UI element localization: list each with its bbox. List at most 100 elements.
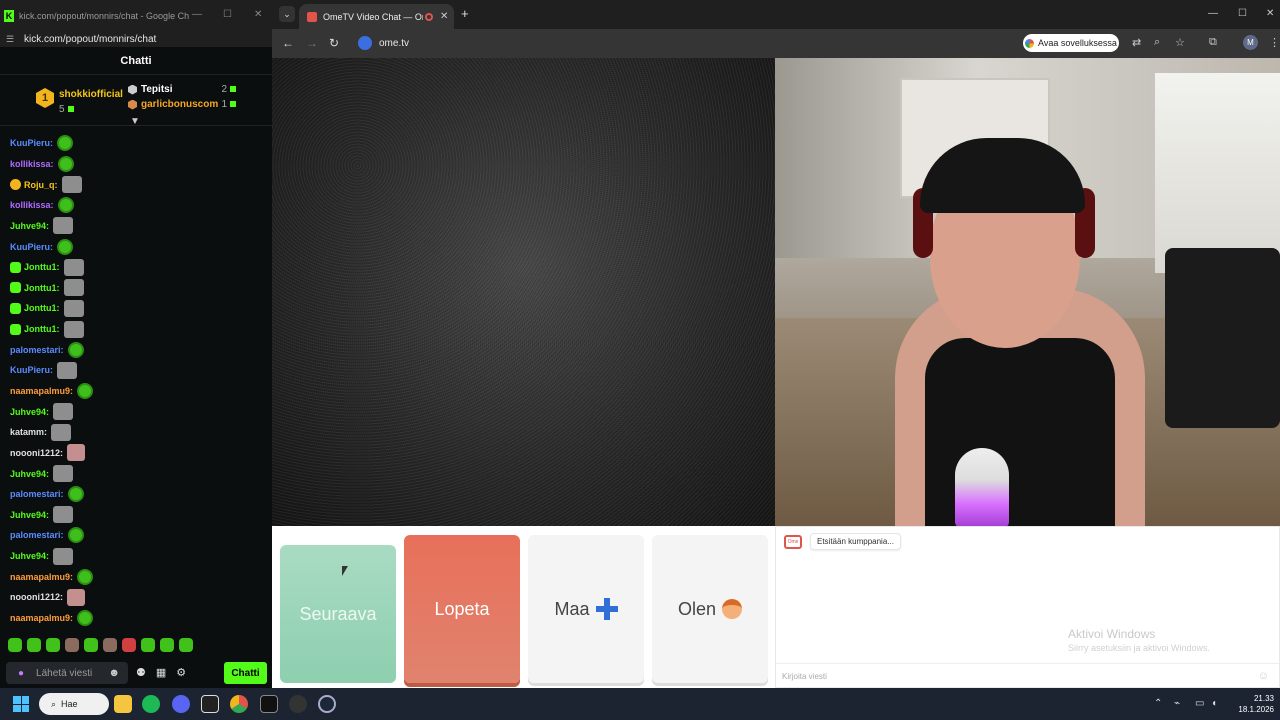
subscriber-badge-icon xyxy=(10,323,21,335)
leader-name[interactable]: shokkiofficial xyxy=(59,89,123,100)
face-emote-icon xyxy=(67,444,86,462)
chat-username[interactable]: palomestari: xyxy=(10,530,64,540)
tab-search-icon[interactable]: ⌄ xyxy=(279,6,295,22)
chat-username[interactable]: Jonttu1: xyxy=(24,262,60,272)
file-explorer-icon[interactable] xyxy=(114,695,132,713)
reload-icon[interactable]: ↻ xyxy=(329,36,339,50)
tab-ometv[interactable]: OmeTV Video Chat — Ome ✕ xyxy=(299,4,454,29)
chat-username[interactable]: Juhve94: xyxy=(10,510,49,520)
microphone-icon[interactable]: ● xyxy=(18,668,24,679)
translate-icon[interactable]: ⇄ xyxy=(1132,36,1141,49)
chat-username[interactable]: Jonttu1: xyxy=(24,324,60,334)
emote-icon[interactable] xyxy=(160,638,174,652)
chat-message: Juhve94: xyxy=(0,463,272,484)
emoji-picker-icon[interactable]: ☻ xyxy=(108,667,120,679)
emote-icon[interactable] xyxy=(84,638,98,652)
chat-username[interactable]: palomestari: xyxy=(10,489,64,499)
chat-username[interactable]: katamm: xyxy=(10,427,47,437)
subscriber-badge-icon xyxy=(10,261,21,273)
chat-username[interactable]: palomestari: xyxy=(10,345,64,355)
taskbar-clock[interactable]: 21.33 18.1.2026 xyxy=(1226,693,1274,715)
emote-icon[interactable] xyxy=(27,638,41,652)
close-icon[interactable]: ✕ xyxy=(254,9,262,20)
collapse-leaderboard-icon[interactable]: ▼ xyxy=(130,116,140,127)
chat-username[interactable]: naamapalmu9: xyxy=(10,613,73,623)
cat-emote-icon xyxy=(61,176,82,194)
chat-username[interactable]: KuuPieru: xyxy=(10,365,53,375)
back-icon[interactable]: ← xyxy=(282,36,294,50)
site-info-icon[interactable]: ☰ xyxy=(6,34,16,45)
extensions-icon[interactable]: ⧉ xyxy=(1209,36,1217,49)
chat-username[interactable]: naamapalmu9: xyxy=(10,386,73,396)
search-icon: ⌕ xyxy=(51,698,57,709)
chat-username[interactable]: naamapalmu9: xyxy=(10,572,73,582)
close-tab-icon[interactable]: ✕ xyxy=(440,11,448,22)
emoji-icon[interactable]: ☺ xyxy=(1258,670,1269,682)
taskbar-search[interactable]: ⌕ Hae xyxy=(39,693,109,715)
network-icon[interactable]: ⌁ xyxy=(1174,698,1180,709)
cat-emote-icon xyxy=(53,465,74,483)
forward-icon[interactable]: → xyxy=(306,36,318,50)
maximize-icon[interactable]: ☐ xyxy=(223,9,232,20)
maximize-icon[interactable]: ☐ xyxy=(1238,8,1247,19)
send-chat-button[interactable]: Chatti xyxy=(224,662,267,684)
new-tab-icon[interactable]: + xyxy=(461,6,469,21)
chat-username[interactable]: kollikissa: xyxy=(10,200,54,210)
leaderboard-row[interactable]: Tepitsi 2 xyxy=(128,84,238,95)
emote-icon[interactable] xyxy=(141,638,155,652)
chat-message: Juhve94: xyxy=(0,401,272,422)
menu-icon[interactable]: ⋮ xyxy=(1269,36,1280,49)
steam-icon[interactable] xyxy=(318,695,336,713)
emote-icon[interactable] xyxy=(65,638,79,652)
minimize-icon[interactable]: — xyxy=(1208,8,1218,19)
country-button[interactable]: Maa xyxy=(528,535,644,683)
chat-username[interactable]: Juhve94: xyxy=(10,469,49,479)
close-icon[interactable]: ✕ xyxy=(1266,8,1274,19)
bookmark-star-icon[interactable]: ☆ xyxy=(1175,36,1185,49)
ometv-message-input[interactable]: Kirjoita viesti ☺ xyxy=(776,663,1279,688)
chat-username[interactable]: Juhve94: xyxy=(10,407,49,417)
tray-chevron-icon[interactable]: ⌃ xyxy=(1154,698,1162,709)
emote-icon[interactable] xyxy=(122,638,136,652)
settings-gear-icon[interactable]: ⚙ xyxy=(176,666,186,679)
site-info-icon[interactable] xyxy=(358,36,372,50)
obs-icon[interactable] xyxy=(260,695,278,713)
emote-icon[interactable] xyxy=(46,638,60,652)
minimize-icon[interactable]: — xyxy=(192,9,202,20)
next-button[interactable]: Seuraava xyxy=(280,545,396,683)
chat-username[interactable]: noooni1212: xyxy=(10,448,63,458)
chat-username[interactable]: Juhve94: xyxy=(10,551,49,561)
leaderboard-row[interactable]: garlicbonuscom 1 xyxy=(128,99,238,110)
chat-username[interactable]: noooni1212: xyxy=(10,592,63,602)
chat-username[interactable]: KuuPieru: xyxy=(10,138,53,148)
stop-button[interactable]: Lopeta xyxy=(404,535,520,683)
profile-avatar[interactable]: M xyxy=(1243,35,1258,50)
chat-username[interactable]: Juhve94: xyxy=(10,221,49,231)
chat-username[interactable]: KuuPieru: xyxy=(10,242,53,252)
chat-username[interactable]: kollikissa: xyxy=(10,159,54,169)
chat-message: katamm: xyxy=(0,422,272,443)
emote-icon[interactable] xyxy=(8,638,22,652)
display-icon[interactable]: ▭ xyxy=(1195,698,1204,709)
emote-icon[interactable] xyxy=(103,638,117,652)
spotify-icon[interactable] xyxy=(142,695,160,713)
chrome-icon[interactable] xyxy=(230,695,248,713)
store-icon[interactable]: ▦ xyxy=(156,666,166,679)
app-icon[interactable] xyxy=(289,695,307,713)
chat-username[interactable]: Jonttu1: xyxy=(24,303,60,313)
users-icon[interactable]: ⚉ xyxy=(136,666,146,679)
volume-icon[interactable]: ◖ xyxy=(1211,698,1217,709)
discord-icon[interactable] xyxy=(172,695,190,713)
emote-icon[interactable] xyxy=(179,638,193,652)
x-app-icon[interactable] xyxy=(201,695,219,713)
windows-start-icon[interactable] xyxy=(13,696,29,712)
chat-username[interactable]: Roju_q: xyxy=(24,180,58,190)
next-button-label: Seuraava xyxy=(299,603,377,624)
chat-username[interactable]: Jonttu1: xyxy=(24,283,60,293)
cat-emote-icon xyxy=(53,506,74,524)
open-in-app-button[interactable]: Avaa sovelluksessa xyxy=(1023,34,1119,52)
gender-button[interactable]: Olen xyxy=(652,535,768,683)
kick-address-bar[interactable]: ☰ kick.com/popout/monnirs/chat xyxy=(0,31,272,47)
zoom-icon[interactable]: ⌕ xyxy=(1154,36,1160,49)
chat-message-input[interactable]: ● Lähetä viesti ☻ xyxy=(6,662,128,684)
